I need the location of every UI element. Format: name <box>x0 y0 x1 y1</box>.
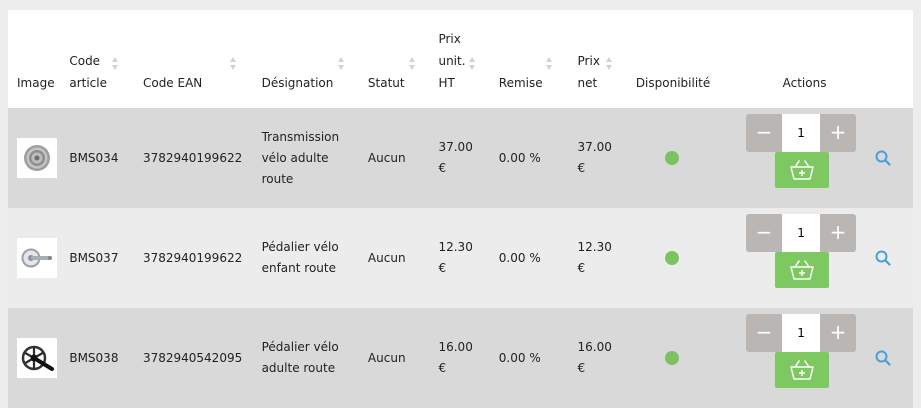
search-cell <box>871 208 913 308</box>
product-image-cell <box>8 308 69 408</box>
search-icon[interactable] <box>875 350 891 366</box>
table-row: BMS034 3782940199622 Transmission vélo a… <box>8 108 913 208</box>
quantity-stepper: − + <box>746 214 871 252</box>
availability-dot <box>664 251 679 265</box>
minus-button[interactable]: − <box>746 214 783 252</box>
code-article: BMS034 <box>69 150 119 165</box>
quantity-input[interactable] <box>782 314 821 352</box>
code-ean: 3782940199622 <box>142 250 243 265</box>
minus-button[interactable]: − <box>746 314 783 352</box>
product-table-panel: Image Code article Code EAN Désignation … <box>8 10 913 408</box>
prix-ht: 16.00 € <box>438 340 473 375</box>
sort-icon[interactable] <box>337 57 345 70</box>
add-to-cart-button[interactable] <box>775 152 830 188</box>
header-actions: Actions <box>782 76 827 90</box>
code-article: BMS037 <box>69 250 119 265</box>
remise: 0.00 % <box>498 350 541 365</box>
sort-icon[interactable] <box>112 57 119 70</box>
prix-net: 37.00 € <box>577 140 612 175</box>
product-table: Image Code article Code EAN Désignation … <box>8 10 913 408</box>
header-statut[interactable]: Statut <box>368 10 439 108</box>
quantity-stepper: − + <box>746 314 871 352</box>
remise: 0.00 % <box>498 150 541 165</box>
code-ean: 3782940542095 <box>142 350 243 365</box>
availability-cell <box>636 208 738 308</box>
basket-icon <box>790 260 814 280</box>
sort-icon[interactable] <box>545 57 553 70</box>
minus-button[interactable]: − <box>746 114 783 152</box>
actions-cell: − + <box>738 208 871 308</box>
product-image-cell <box>8 108 69 208</box>
prix-ht: 37.00 € <box>438 140 473 175</box>
header-prix-ht[interactable]: Prix unit. HT <box>438 10 498 108</box>
designation: Pédalier vélo enfant route <box>261 240 339 275</box>
quantity-stepper: − + <box>746 114 871 152</box>
table-header-row: Image Code article Code EAN Désignation … <box>8 10 913 108</box>
search-cell <box>871 108 913 208</box>
prix-net: 16.00 € <box>577 340 612 375</box>
basket-icon <box>790 360 814 380</box>
search-cell <box>871 308 913 408</box>
sort-icon[interactable] <box>408 57 416 70</box>
prix-net: 12.30 € <box>577 240 612 275</box>
quantity-input[interactable] <box>782 114 821 152</box>
sort-icon[interactable] <box>469 57 476 70</box>
bike-cassette-image[interactable] <box>17 138 57 178</box>
header-prix-net[interactable]: Prix net <box>578 10 636 108</box>
table-row: BMS038 3782940542095 Pédalier vélo adult… <box>8 308 913 408</box>
actions-cell: − + <box>738 108 871 208</box>
header-empty <box>871 10 913 108</box>
availability-cell <box>636 308 738 408</box>
header-designation[interactable]: Désignation <box>262 10 368 108</box>
remise: 0.00 % <box>498 250 541 265</box>
table-row: BMS037 3782940199622 Pédalier vélo enfan… <box>8 208 913 308</box>
header-image: Image <box>17 76 55 90</box>
search-icon[interactable] <box>875 250 891 266</box>
header-remise[interactable]: Remise <box>499 10 578 108</box>
prix-ht: 12.30 € <box>438 240 473 275</box>
statut: Aucun <box>367 150 406 165</box>
availability-cell <box>636 108 738 208</box>
availability-dot <box>664 351 679 365</box>
statut: Aucun <box>367 350 406 365</box>
basket-icon <box>790 160 814 180</box>
sort-icon[interactable] <box>605 57 613 70</box>
search-icon[interactable] <box>875 150 891 166</box>
designation: Transmission vélo adulte route <box>261 129 340 186</box>
availability-dot <box>664 151 679 165</box>
plus-button[interactable]: + <box>820 114 857 152</box>
crankset-image[interactable] <box>17 238 57 278</box>
add-to-cart-button[interactable] <box>775 352 830 388</box>
plus-button[interactable]: + <box>820 314 857 352</box>
sort-icon[interactable] <box>229 57 237 70</box>
statut: Aucun <box>367 250 406 265</box>
header-code-article[interactable]: Code article <box>69 10 143 108</box>
header-code-ean[interactable]: Code EAN <box>143 10 262 108</box>
plus-button[interactable]: + <box>820 214 857 252</box>
add-to-cart-button[interactable] <box>775 252 830 288</box>
code-article: BMS038 <box>69 350 119 365</box>
code-ean: 3782940199622 <box>142 150 243 165</box>
header-disponibilite: Disponibilité <box>635 76 711 90</box>
actions-cell: − + <box>738 308 871 408</box>
crankset-black-image[interactable] <box>17 338 57 378</box>
quantity-input[interactable] <box>782 214 821 252</box>
designation: Pédalier vélo adulte route <box>261 340 339 375</box>
product-image-cell <box>8 208 69 308</box>
